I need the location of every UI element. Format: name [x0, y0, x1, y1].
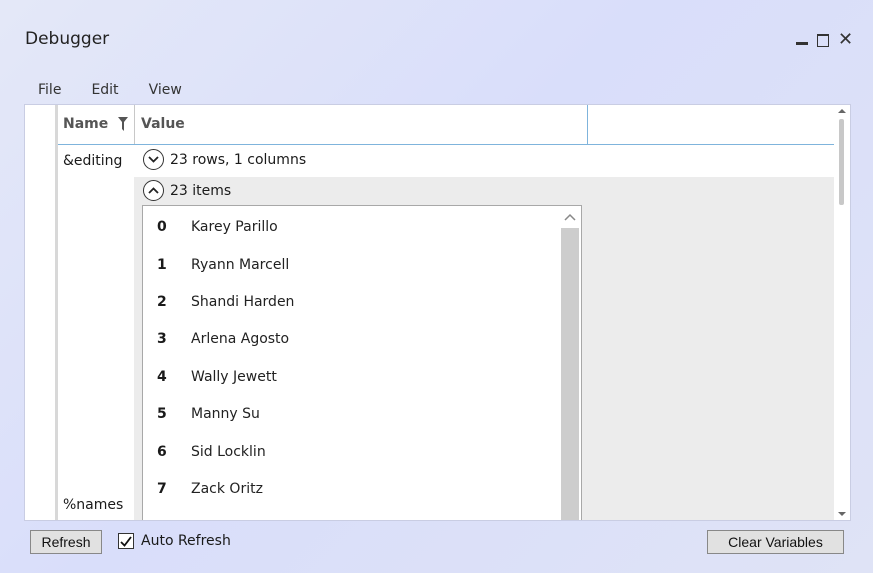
- list-index: 3: [157, 330, 167, 347]
- list-value: Wally Jewett: [191, 368, 277, 385]
- list-item[interactable]: 6 Sid Locklin: [143, 433, 266, 470]
- list-item[interactable]: 4 Wally Jewett: [143, 358, 277, 395]
- list-index: 7: [157, 480, 167, 497]
- table-summary: 23 rows, 1 columns: [170, 151, 307, 168]
- list-value: Arlena Agosto: [191, 330, 290, 347]
- list-scroll-thumb[interactable]: [561, 228, 579, 520]
- auto-refresh-checkbox[interactable]: [118, 533, 134, 549]
- window-title: Debugger: [25, 29, 110, 49]
- list-item[interactable]: 3 Arlena Agosto: [143, 320, 289, 357]
- list-value: Manny Su: [191, 405, 260, 422]
- items-expander[interactable]: 23 items: [143, 180, 231, 201]
- maximize-icon[interactable]: [816, 31, 830, 49]
- menu-bar: File Edit View: [38, 82, 182, 98]
- list-item[interactable]: 1 Ryann Marcell: [143, 246, 289, 283]
- list-scrollbar[interactable]: [559, 206, 581, 520]
- list-value: Zack Oritz: [191, 480, 263, 497]
- list-index: 1: [157, 256, 167, 273]
- row-header-gutter: [55, 105, 58, 520]
- list-value: Ryann Marcell: [191, 256, 290, 273]
- menu-view[interactable]: View: [149, 82, 182, 98]
- scroll-up-icon[interactable]: [837, 107, 847, 115]
- column-header-name-label: Name: [63, 116, 109, 132]
- list-value: Karey Parillo: [191, 218, 278, 235]
- clear-variables-button[interactable]: Clear Variables: [707, 530, 844, 554]
- minimize-icon[interactable]: [794, 31, 808, 49]
- grid-scroll-thumb[interactable]: [839, 119, 844, 205]
- list-item[interactable]: 2 Shandi Harden: [143, 283, 294, 320]
- auto-refresh-toggle[interactable]: Auto Refresh: [118, 533, 231, 549]
- variable-name-cell[interactable]: %names: [63, 497, 123, 513]
- table-expander[interactable]: 23 rows, 1 columns: [143, 149, 306, 170]
- menu-edit[interactable]: Edit: [91, 82, 118, 98]
- list-index: 4: [157, 368, 167, 385]
- list-index: 5: [157, 405, 167, 422]
- filter-icon[interactable]: [118, 117, 128, 131]
- column-header-value[interactable]: Value: [135, 105, 588, 144]
- menu-file[interactable]: File: [38, 82, 61, 98]
- list-value: Sid Locklin: [191, 443, 266, 460]
- grid-scrollbar[interactable]: [834, 105, 850, 520]
- auto-refresh-label: Auto Refresh: [141, 533, 231, 549]
- variable-name-cell[interactable]: &editing: [63, 153, 122, 169]
- list-item[interactable]: 0 Karey Parillo: [143, 208, 278, 245]
- items-list[interactable]: 0 Karey Parillo 1 Ryann Marcell 2 Shandi Ha…: [142, 205, 582, 520]
- column-header-value-label: Value: [141, 116, 185, 132]
- list-value: Shandi Harden: [191, 293, 295, 310]
- items-summary: 23 items: [170, 182, 232, 199]
- grid-header: Name Value: [58, 105, 835, 145]
- list-item[interactable]: 5 Manny Su: [143, 395, 260, 432]
- collapse-chevron-icon[interactable]: [143, 180, 164, 201]
- list-index: 0: [157, 218, 167, 235]
- window-controls: ✕: [794, 31, 853, 49]
- expand-chevron-icon[interactable]: [143, 149, 164, 170]
- scroll-down-icon[interactable]: [837, 510, 847, 518]
- list-index: 2: [157, 293, 167, 310]
- check-icon: [120, 535, 132, 547]
- column-header-name[interactable]: Name: [58, 105, 135, 144]
- refresh-button[interactable]: Refresh: [30, 530, 102, 554]
- list-index: 6: [157, 443, 167, 460]
- scroll-up-icon[interactable]: [559, 210, 581, 224]
- variables-grid: Name Value &editing 23 rows, 1 columns 2…: [24, 104, 851, 521]
- list-item[interactable]: 7 Zack Oritz: [143, 470, 263, 507]
- close-icon[interactable]: ✕: [838, 31, 853, 49]
